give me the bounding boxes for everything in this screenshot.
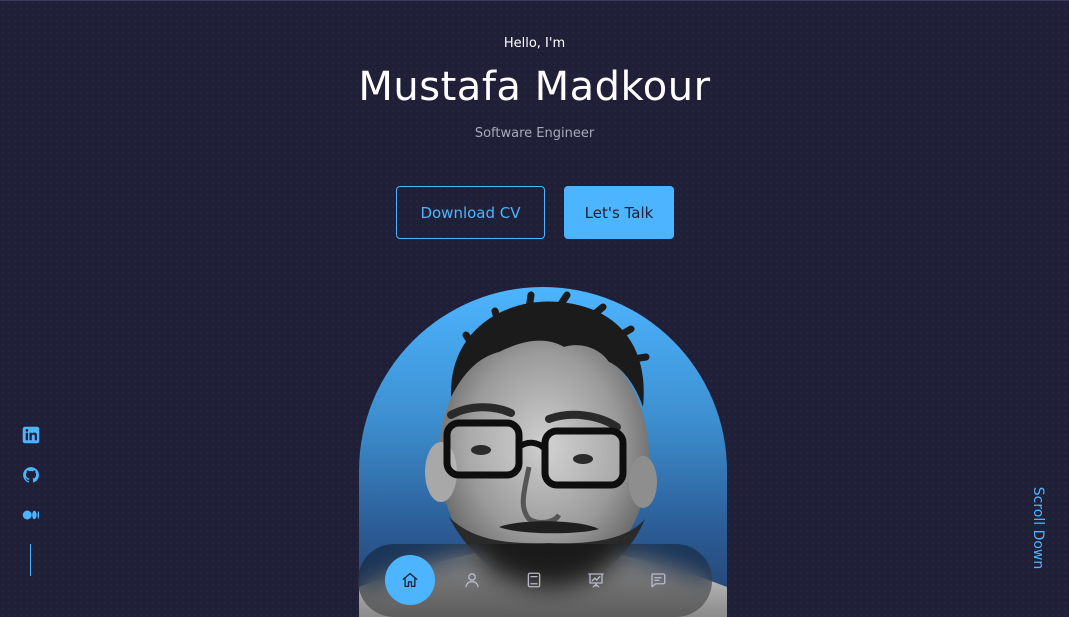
scroll-down-link[interactable]: Scroll Down [1030,478,1046,578]
download-cv-button[interactable]: Download CV [396,186,545,239]
social-links [22,426,40,546]
home-icon [402,572,418,588]
nav-contact[interactable] [633,555,683,605]
presentation-icon [588,573,604,588]
nav-about[interactable] [447,555,497,605]
linkedin-icon[interactable] [22,426,40,444]
greeting-text: Hello, I'm [503,36,566,51]
book-icon [527,572,541,588]
user-icon [465,573,479,588]
nav-home[interactable] [385,555,435,605]
nav-experience[interactable] [509,555,559,605]
role-text: Software Engineer [474,126,595,141]
social-divider-line [30,544,31,576]
nav-portfolio[interactable] [571,555,621,605]
top-divider [0,0,1069,1]
medium-icon[interactable] [22,506,40,524]
page-title: Mustafa Madkour [358,64,711,110]
bottom-nav [358,544,712,617]
message-icon [651,573,666,588]
lets-talk-button[interactable]: Let's Talk [564,186,674,239]
github-icon[interactable] [22,466,40,484]
